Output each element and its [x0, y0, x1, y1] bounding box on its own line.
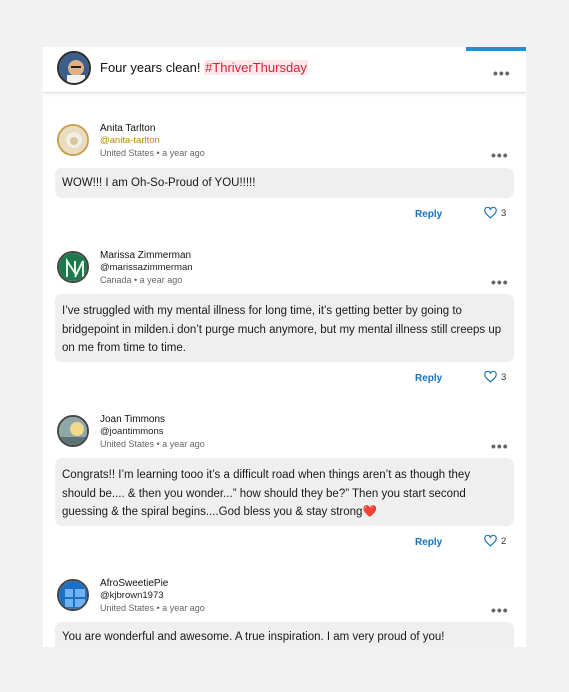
commenter-name[interactable]: Marissa Zimmerman	[100, 250, 191, 261]
post-title: Four years clean! #ThriverThursday	[100, 60, 308, 75]
comment-meta: United States • a year ago	[100, 603, 205, 613]
comment-meta: United States • a year ago	[100, 148, 205, 158]
hashtag-link[interactable]: #ThriverThursday	[204, 60, 308, 75]
more-options-icon[interactable]: •••	[491, 148, 509, 162]
commenter-avatar[interactable]	[57, 415, 89, 447]
commenter-handle[interactable]: @joantimmons	[100, 426, 164, 437]
commenter-handle[interactable]: @anita-tarlton	[100, 135, 160, 146]
comment-text: Congrats!! I’m learning tooo it’s a diff…	[55, 458, 514, 526]
reply-button[interactable]: Reply	[415, 537, 442, 548]
like-count: 2	[501, 535, 507, 547]
heart-icon	[484, 371, 497, 383]
commenter-avatar[interactable]	[57, 124, 89, 156]
avatar-image	[59, 253, 87, 281]
like-button[interactable]: 3	[484, 371, 506, 383]
comment-meta: United States • a year ago	[100, 439, 205, 449]
post-author-avatar[interactable]	[57, 51, 91, 85]
commenter-name[interactable]: AfroSweetiePie	[100, 578, 168, 589]
commenter-name[interactable]: Joan Timmons	[100, 414, 165, 425]
avatar-image	[59, 126, 87, 154]
avatar-image	[59, 53, 89, 83]
more-options-icon[interactable]: •••	[491, 603, 509, 617]
commenter-handle[interactable]: @marissazimmerman	[100, 262, 193, 273]
more-options-icon[interactable]: •••	[491, 439, 509, 453]
commenter-avatar[interactable]	[57, 579, 89, 611]
commenter-handle[interactable]: @kjbrown1973	[100, 590, 164, 601]
like-count: 3	[501, 371, 507, 383]
more-options-icon[interactable]: •••	[493, 66, 511, 80]
comment-text: WOW!!! I am Oh-So-Proud of YOU!!!!!	[55, 168, 514, 198]
reply-button[interactable]: Reply	[415, 209, 442, 220]
like-button[interactable]: 2	[484, 535, 506, 547]
like-button[interactable]: 3	[484, 207, 506, 219]
heart-icon	[484, 535, 497, 547]
post-header: Four years clean! #ThriverThursday •••	[43, 47, 526, 93]
avatar-image	[59, 581, 87, 609]
comment-text: You are wonderful and awesome. A true in…	[55, 622, 514, 647]
comment-text: I’ve struggled with my mental illness fo…	[55, 294, 514, 362]
commenter-name[interactable]: Anita Tarlton	[100, 123, 155, 134]
post-title-text: Four years clean!	[100, 60, 201, 75]
commenter-avatar[interactable]	[57, 251, 89, 283]
post-card: Four years clean! #ThriverThursday ••• A…	[43, 47, 526, 647]
like-count: 3	[501, 207, 507, 219]
comment-meta: Canada • a year ago	[100, 275, 183, 285]
heart-icon	[484, 207, 497, 219]
more-options-icon[interactable]: •••	[491, 275, 509, 289]
reply-button[interactable]: Reply	[415, 373, 442, 384]
avatar-image	[59, 417, 87, 445]
